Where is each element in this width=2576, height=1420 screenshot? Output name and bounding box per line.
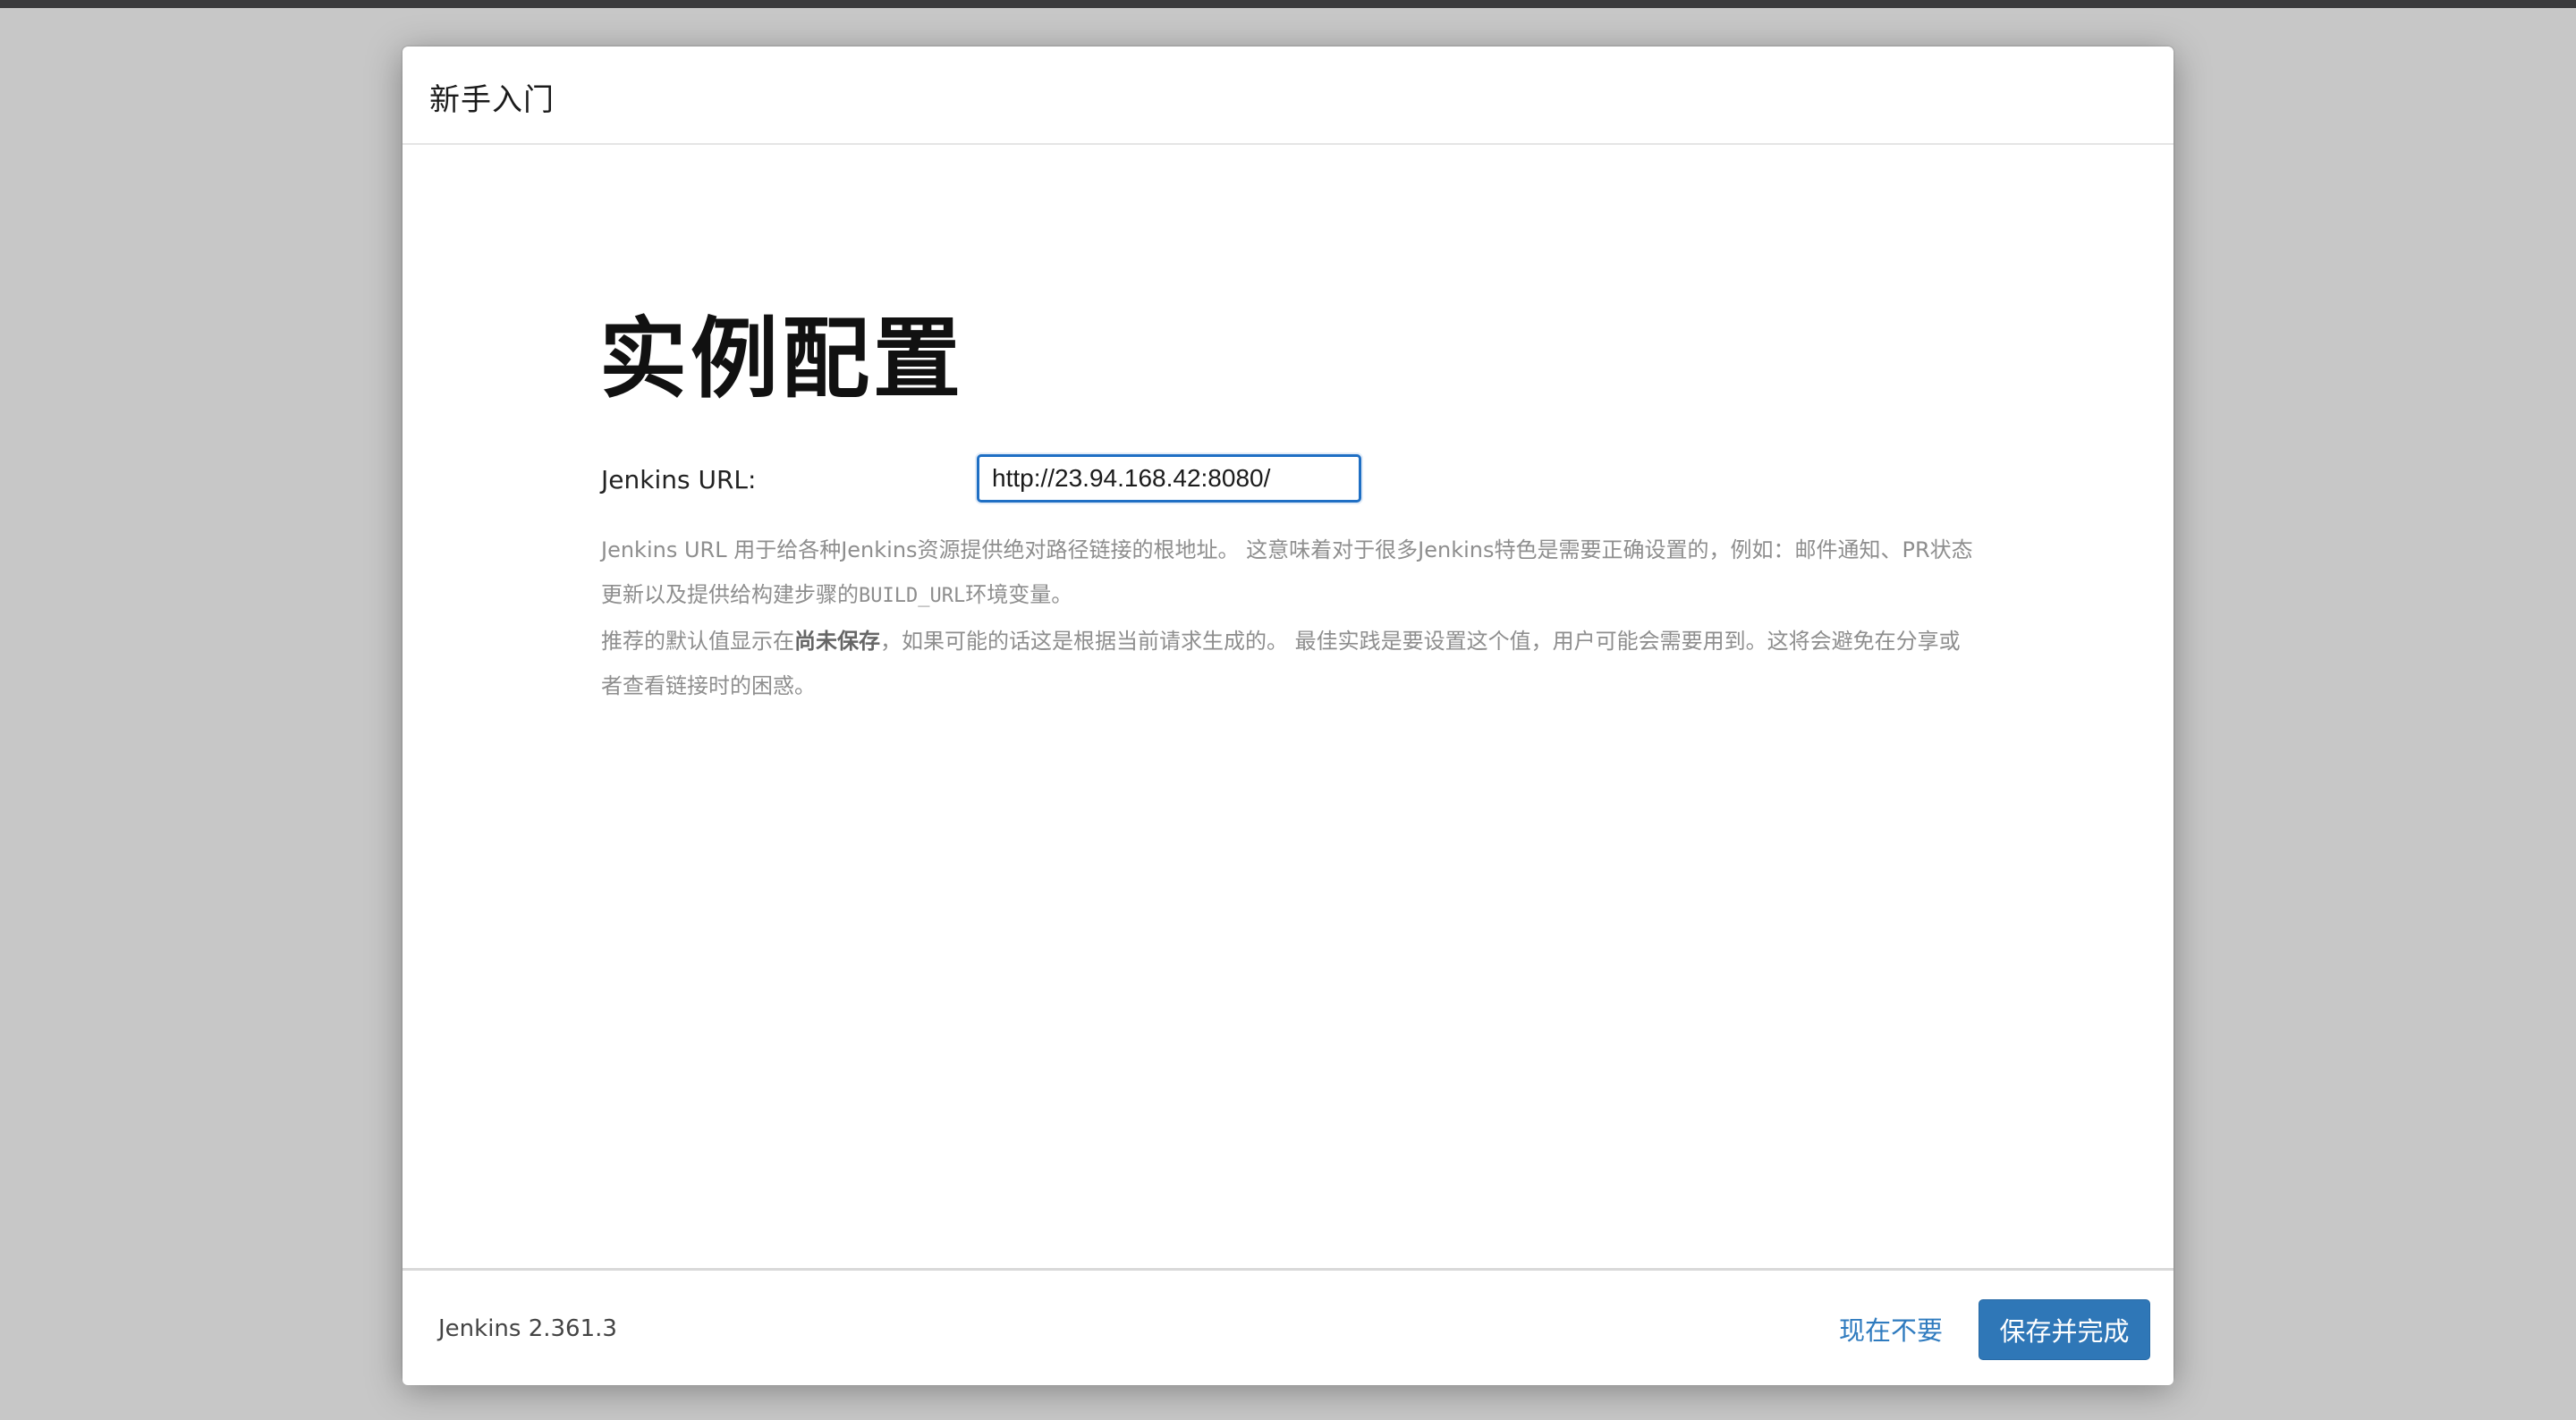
dialog-title: 新手入门 [429, 82, 555, 118]
dialog-footer: Jenkins 2.361.3 现在不要 保存并完成 [402, 1268, 2174, 1385]
save-and-finish-button[interactable]: 保存并完成 [1979, 1299, 2150, 1360]
browser-top-strip [0, 0, 2576, 8]
help-paragraph-1: Jenkins URL 用于给各种Jenkins资源提供绝对路径链接的根地址。 … [601, 528, 1979, 619]
help-paragraph-2: 推荐的默认值显示在尚未保存，如果可能的话这是根据当前请求生成的。 最佳实践是要设… [601, 619, 1979, 708]
setup-wizard-dialog: 新手入门 实例配置 Jenkins URL: Jenkins URL 用于给各种… [402, 46, 2174, 1385]
help-text: 环境变量。 [965, 582, 1073, 607]
dialog-header: 新手入门 [402, 46, 2174, 145]
help-text: Jenkins URL 用于给各种Jenkins资源提供绝对路径链接的根地址。 … [601, 537, 1973, 607]
skip-button[interactable]: 现在不要 [1839, 1310, 1943, 1348]
jenkins-url-input[interactable] [977, 454, 1361, 503]
jenkins-url-help: Jenkins URL 用于给各种Jenkins资源提供绝对路径链接的根地址。 … [601, 528, 1979, 708]
page-heading: 实例配置 [599, 309, 965, 410]
jenkins-url-label: Jenkins URL: [601, 465, 757, 494]
not-saved-emphasis: 尚未保存 [794, 629, 880, 654]
dialog-body: 实例配置 Jenkins URL: Jenkins URL 用于给各种Jenki… [402, 145, 2174, 1316]
build-url-code: BUILD_URL [859, 585, 966, 607]
jenkins-version: Jenkins 2.361.3 [438, 1315, 617, 1342]
help-text: 推荐的默认值显示在 [601, 629, 794, 654]
